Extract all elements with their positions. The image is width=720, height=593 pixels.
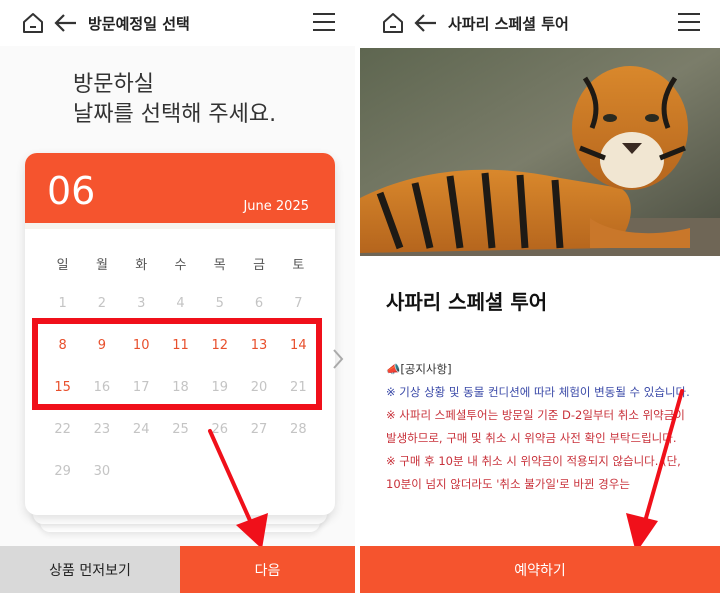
calendar-week-row: 22 23 24 25 26 27 28 bbox=[43, 409, 318, 451]
calendar-empty-cell bbox=[161, 451, 200, 493]
next-button[interactable]: 다음 bbox=[180, 546, 355, 593]
product-preview-button[interactable]: 상품 먼저보기 bbox=[0, 546, 180, 593]
calendar-day: 24 bbox=[132, 422, 150, 437]
intro-line-2: 날짜를 선택해 주세요. bbox=[73, 102, 277, 127]
calendar-month: 06 bbox=[47, 169, 96, 213]
weekday-label: 금 bbox=[253, 258, 266, 273]
intro-line-1: 방문하실 bbox=[73, 72, 154, 97]
weekday-label: 목 bbox=[213, 258, 226, 273]
product-detail-screen: 사파리 스페셜 투어 사파리 스페셜 투어 📣[공지사항] ※ 기상 상황 및 … bbox=[360, 0, 720, 593]
calendar-day: 29 bbox=[54, 464, 71, 479]
calendar-day: 25 bbox=[172, 422, 189, 437]
calendar-band bbox=[25, 223, 335, 229]
calendar-day: 22 bbox=[54, 422, 71, 437]
calendar-day: 30 bbox=[93, 464, 111, 479]
calendar-week-row: 29 30 bbox=[43, 451, 318, 493]
selection-highlight-box bbox=[32, 318, 322, 410]
reserve-button[interactable]: 예약하기 bbox=[360, 546, 720, 593]
weekday-label: 월 bbox=[95, 258, 108, 273]
annotation-arrow-icon bbox=[626, 389, 684, 553]
calendar-month-year: June 2025 bbox=[243, 199, 309, 214]
calendar-empty-cell bbox=[279, 451, 318, 493]
home-icon[interactable] bbox=[382, 12, 404, 34]
weekday-label: 일 bbox=[56, 258, 69, 273]
header: 방문예정일 선택 bbox=[0, 0, 355, 46]
annotation-arrow-icon bbox=[208, 429, 268, 549]
calendar-header: 06 June 2025 bbox=[25, 153, 335, 223]
back-arrow-icon[interactable] bbox=[414, 12, 438, 34]
calendar-day: 23 bbox=[93, 422, 111, 437]
weekday-row: 일월화수목금토 bbox=[43, 251, 318, 281]
weekday-label: 토 bbox=[292, 258, 305, 273]
page-title: 사파리 스페셜 투어 bbox=[448, 15, 569, 33]
calendar-empty-cell bbox=[122, 451, 161, 493]
home-icon[interactable] bbox=[22, 12, 44, 34]
date-select-screen: 방문예정일 선택 방문하실 날짜를 선택해 주세요. 06 June 2025 … bbox=[0, 0, 355, 593]
tiger-photo bbox=[360, 48, 720, 256]
header: 사파리 스페셜 투어 bbox=[360, 0, 720, 46]
hamburger-menu-icon[interactable] bbox=[313, 13, 335, 31]
page-title: 방문예정일 선택 bbox=[88, 15, 190, 33]
back-arrow-icon[interactable] bbox=[54, 12, 78, 34]
calendar-day: 28 bbox=[290, 422, 307, 437]
product-title: 사파리 스페셜 투어 bbox=[386, 290, 548, 314]
weekday-label: 화 bbox=[135, 258, 148, 273]
notice-heading: 📣[공지사항] bbox=[386, 362, 452, 376]
weekday-label: 수 bbox=[174, 258, 187, 273]
hamburger-menu-icon[interactable] bbox=[678, 13, 700, 31]
chevron-right-icon[interactable] bbox=[332, 348, 344, 370]
intro-text: 방문하실 날짜를 선택해 주세요. bbox=[73, 70, 276, 130]
